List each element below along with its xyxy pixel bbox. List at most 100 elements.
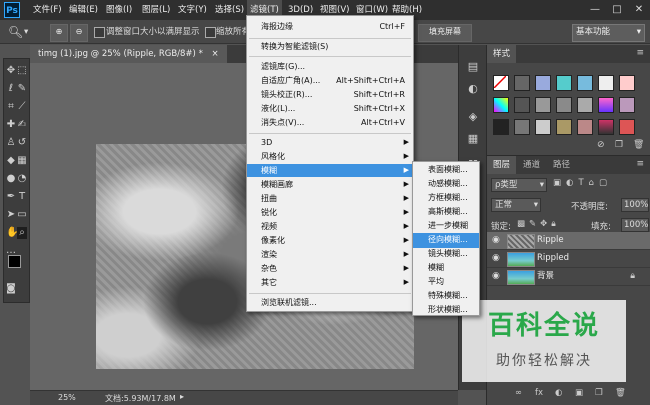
new-style-icon[interactable]: ❐ [615,140,623,150]
menu-item-convert-smart-filter[interactable]: 转换为智能滤镜(S) [247,40,413,53]
style-swatch[interactable] [493,119,509,135]
pen-tool-icon[interactable]: ✒ [6,191,16,203]
layer-row-background[interactable]: ◉ 背景 🔒︎ [487,268,650,286]
stamp-tool-icon[interactable]: ♙ [6,137,16,149]
history-brush-icon[interactable]: ↺ [17,137,27,149]
menu-file[interactable]: 文件(F) [30,0,65,20]
menu-item-render[interactable]: 渲染 ▶ [247,248,413,261]
style-swatch[interactable] [619,75,635,91]
type-tool-icon[interactable]: T [17,191,27,203]
zoom-tool-icon[interactable]: ⌕ [17,227,27,239]
style-swatch[interactable] [514,97,530,113]
delete-layer-icon[interactable]: 🗑 [615,388,626,398]
submenu-item-blur-more[interactable]: 进一步模糊 [413,219,479,234]
tab-channels[interactable]: 通道 [517,156,546,174]
menu-image[interactable]: 图像(I) [103,0,135,20]
color-panel-icon[interactable]: ◈ [465,109,481,125]
crop-tool-icon[interactable]: ⌗ [6,101,16,113]
resize-windows-checkbox[interactable] [94,27,105,38]
minimize-button[interactable]: — [584,0,606,20]
fill-input[interactable]: 100% [621,218,649,232]
path-select-icon[interactable]: ➤ [6,209,16,221]
style-swatch[interactable] [514,75,530,91]
chevron-down-icon[interactable]: ▾ [24,24,28,40]
style-swatch[interactable] [577,75,593,91]
layer-row-ripple[interactable]: ◉ Ripple [487,232,650,250]
zoom-out-button[interactable]: ⊖ [70,24,88,42]
submenu-item-shape-blur[interactable]: 形状模糊... [413,303,479,316]
submenu-item-average[interactable]: 平均 [413,275,479,290]
lock-icons[interactable]: ▩✎✥🔒︎ [517,219,560,229]
move-tool-icon[interactable]: ✥ [6,65,16,77]
quick-mask-icon[interactable]: ◙ [6,283,16,295]
menu-item-stylize[interactable]: 风格化 ▶ [247,150,413,163]
menu-item-liquify[interactable]: 液化(L)... Shift+Ctrl+X [247,102,413,115]
menu-item-video[interactable]: 视频 ▶ [247,220,413,233]
fill-screen-button[interactable]: 填充屏幕 [418,24,472,42]
menu-item-blur-gallery[interactable]: 模糊画廊 ▶ [247,178,413,191]
style-swatch[interactable] [619,119,635,135]
style-swatch[interactable] [535,97,551,113]
fx-icon[interactable]: fx [535,388,543,398]
opacity-input[interactable]: 100% [621,198,649,212]
menu-item-noise[interactable]: 杂色 ▶ [247,262,413,275]
submenu-item-blur[interactable]: 模糊 [413,261,479,276]
submenu-item-lens-blur[interactable]: 镜头模糊... [413,247,479,262]
adjustment-layer-icon[interactable]: ◐ [555,388,562,398]
brush-tool-icon[interactable]: ✍ [17,119,27,131]
menu-edit[interactable]: 编辑(E) [66,0,101,20]
gradient-tool-icon[interactable]: ▦ [17,155,27,167]
menu-item-filter-gallery[interactable]: 滤镜库(G)... [247,60,413,73]
swatches-panel-icon[interactable]: ▦ [465,131,481,147]
hand-tool-icon[interactable]: ✋ [6,227,18,239]
close-tab-icon[interactable]: × [212,49,219,59]
layer-mask-icon[interactable]: ▣ [575,388,583,398]
submenu-item-gaussian-blur[interactable]: 高斯模糊... [413,205,479,220]
visibility-eye-icon[interactable]: ◉ [492,271,502,281]
history-panel-icon[interactable]: ▤ [465,59,481,75]
blend-mode-select[interactable]: 正常 ▾ [491,198,541,212]
style-swatch[interactable] [556,119,572,135]
menu-layer[interactable]: 图层(L) [139,0,173,20]
foreground-color-swatch[interactable] [8,255,21,268]
style-swatch[interactable] [535,75,551,91]
zoom-tool-icon[interactable]: 🔍︎ [8,24,23,40]
marquee-tool-icon[interactable]: ⬚ [17,65,27,77]
clear-style-icon[interactable]: ⊘ [597,140,605,150]
zoom-all-checkbox[interactable] [205,27,216,38]
menu-item-3d[interactable]: 3D ▶ [247,136,413,149]
submenu-item-motion-blur[interactable]: 动感模糊... [413,177,479,192]
document-tab[interactable]: timg (1).jpg @ 25% (Ripple, RGB/8#) * × [30,45,227,63]
menu-item-pixelate[interactable]: 像素化 ▶ [247,234,413,247]
menu-item-other[interactable]: 其它 ▶ [247,276,413,289]
dodge-tool-icon[interactable]: ◔ [17,173,27,185]
lasso-tool-icon[interactable]: ℓ [6,83,16,95]
link-layers-icon[interactable]: ∞ [515,388,522,398]
visibility-eye-icon[interactable]: ◉ [492,235,502,245]
style-swatch[interactable] [577,119,593,135]
submenu-item-smart-blur[interactable]: 特殊模糊... [413,289,479,304]
tab-layers[interactable]: 图层 [487,156,517,174]
visibility-eye-icon[interactable]: ◉ [492,253,502,263]
style-swatch[interactable] [598,119,614,135]
delete-style-icon[interactable]: 🗑︎ [633,140,644,150]
style-swatch[interactable] [493,75,509,91]
style-swatch[interactable] [556,75,572,91]
submenu-item-radial-blur[interactable]: 径向模糊... [413,233,479,248]
quick-select-tool-icon[interactable]: ✎ [17,83,27,95]
style-swatch[interactable] [556,97,572,113]
zoom-in-button[interactable]: ⊕ [50,24,68,42]
tab-paths[interactable]: 路径 [547,156,576,174]
close-button[interactable]: ✕ [628,0,650,20]
chevron-right-icon[interactable]: ▸ [180,392,184,401]
submenu-item-box-blur[interactable]: 方框模糊... [413,191,479,206]
eraser-tool-icon[interactable]: ◆ [6,155,16,167]
workspace-select[interactable]: 基本功能 ▾ [572,24,645,42]
new-layer-icon[interactable]: ❐ [595,388,603,398]
zoom-level[interactable]: 25% [58,393,76,402]
style-swatch[interactable] [619,97,635,113]
menu-item-sharpen[interactable]: 锐化 ▶ [247,206,413,219]
style-swatch[interactable] [535,119,551,135]
menu-item-adaptive-wide-angle[interactable]: 自适应广角(A)... Alt+Shift+Ctrl+A [247,74,413,87]
layer-row-rippled[interactable]: ◉ Rippled [487,250,650,268]
